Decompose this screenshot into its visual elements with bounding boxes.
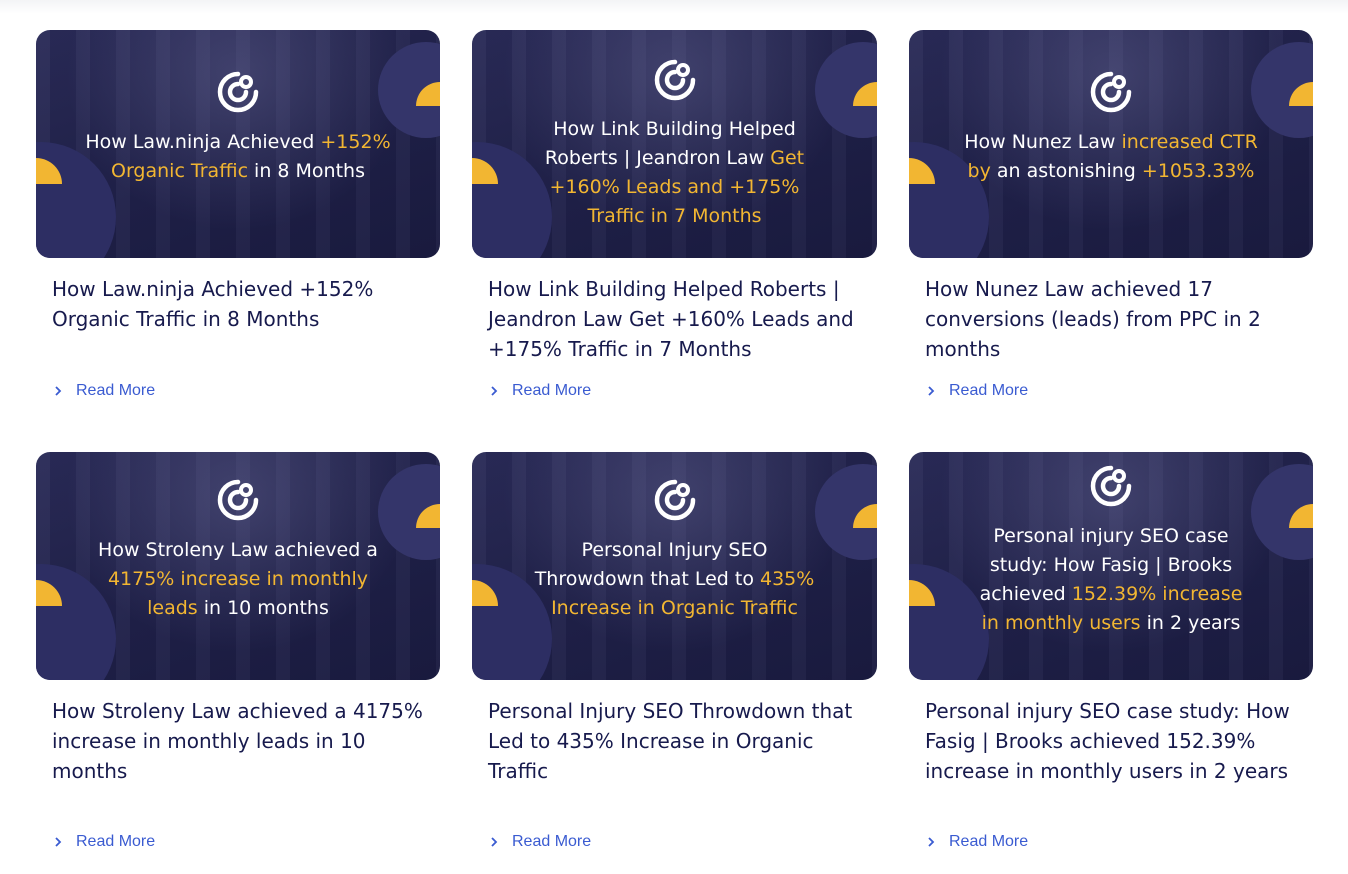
card-title[interactable]: Personal Injury SEO Throwdown that Led t… [472, 696, 877, 786]
brand-logo-icon [654, 479, 695, 521]
case-studies-grid: How Law.ninja Achieved +152% Organic Tra… [36, 30, 1313, 874]
headline-text: in 2 years [1140, 612, 1241, 634]
card-title[interactable]: How Law.ninja Achieved +152% Organic Tra… [36, 274, 440, 334]
case-study-card[interactable]: Personal Injury SEO Throwdown that Led t… [472, 452, 877, 874]
card-title[interactable]: How Link Building Helped Roberts | Jeand… [472, 274, 877, 364]
read-more-link[interactable]: Read More [52, 382, 155, 400]
read-more-label: Read More [949, 833, 1029, 850]
headline-highlight: +1053.33% [1141, 160, 1255, 182]
card-thumbnail[interactable]: Personal Injury SEO Throwdown that Led t… [472, 452, 877, 680]
brand-logo-icon [1090, 465, 1132, 507]
thumbnail-headline: How Law.ninja Achieved +152% Organic Tra… [66, 128, 410, 186]
case-study-card[interactable]: How Stroleny Law achieved a 4175% increa… [36, 452, 440, 874]
headline-text: How Law.ninja Achieved [85, 131, 321, 153]
headline-text: How Nunez Law [964, 131, 1122, 153]
thumbnail-headline: How Stroleny Law achieved a 4175% increa… [96, 536, 380, 623]
card-thumbnail[interactable]: How Nunez Law increased CTR by an astoni… [909, 30, 1313, 258]
read-more-link[interactable]: Read More [925, 833, 1028, 851]
card-title[interactable]: How Nunez Law achieved 17 conversions (l… [909, 274, 1313, 364]
chevron-right-icon [491, 386, 498, 396]
headline-text: in 10 months [197, 597, 329, 619]
headline-text: an astonishing [990, 160, 1142, 182]
brand-logo-icon [1090, 71, 1132, 113]
read-more-label: Read More [76, 382, 156, 399]
case-study-card[interactable]: How Nunez Law increased CTR by an astoni… [909, 30, 1313, 452]
read-more-link[interactable]: Read More [488, 382, 591, 400]
read-more-link[interactable]: Read More [52, 833, 155, 851]
brand-logo-icon [217, 479, 259, 521]
case-study-card[interactable]: How Law.ninja Achieved +152% Organic Tra… [36, 30, 440, 452]
thumbnail-headline: How Nunez Law increased CTR by an astoni… [964, 128, 1258, 186]
headline-text: Personal Injury SEO Throwdown that Led t… [534, 539, 768, 590]
brand-logo-icon [217, 71, 259, 113]
chevron-right-icon [55, 386, 62, 396]
case-study-card[interactable]: Personal injury SEO case study: How Fasi… [909, 452, 1313, 874]
read-more-label: Read More [76, 833, 156, 850]
card-thumbnail[interactable]: How Link Building Helped Roberts | Jeand… [472, 30, 877, 258]
thumbnail-headline: Personal Injury SEO Throwdown that Led t… [530, 536, 819, 623]
headline-text: in 8 Months [248, 160, 365, 182]
chevron-right-icon [491, 837, 498, 847]
card-thumbnail[interactable]: Personal injury SEO case study: How Fasi… [909, 452, 1313, 680]
chevron-right-icon [928, 386, 935, 396]
read-more-link[interactable]: Read More [925, 382, 1028, 400]
read-more-label: Read More [512, 833, 592, 850]
card-title[interactable]: Personal injury SEO case study: How Fasi… [909, 696, 1313, 786]
thumbnail-headline: Personal injury SEO case study: How Fasi… [969, 522, 1253, 638]
chevron-right-icon [928, 837, 935, 847]
card-title[interactable]: How Stroleny Law achieved a 4175% increa… [36, 696, 440, 786]
read-more-label: Read More [949, 382, 1029, 399]
brand-logo-icon [654, 59, 695, 101]
card-thumbnail[interactable]: How Stroleny Law achieved a 4175% increa… [36, 452, 440, 680]
card-thumbnail[interactable]: How Law.ninja Achieved +152% Organic Tra… [36, 30, 440, 258]
headline-text: How Stroleny Law achieved a [98, 539, 378, 561]
thumbnail-headline: How Link Building Helped Roberts | Jeand… [532, 115, 817, 231]
headline-text: How Link Building Helped Roberts | Jeand… [544, 118, 796, 169]
chevron-right-icon [55, 837, 62, 847]
read-more-label: Read More [512, 382, 592, 399]
case-study-card[interactable]: How Link Building Helped Roberts | Jeand… [472, 30, 877, 452]
top-shadow [0, 0, 1348, 14]
read-more-link[interactable]: Read More [488, 833, 591, 851]
